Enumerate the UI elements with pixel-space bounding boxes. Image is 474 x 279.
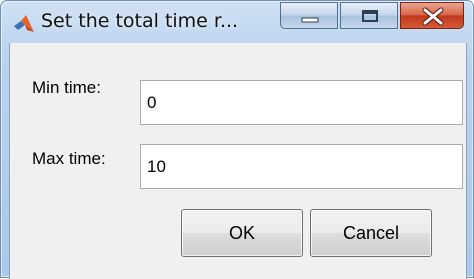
- maximize-button[interactable]: [340, 2, 398, 29]
- close-icon: [422, 7, 444, 26]
- matlab-icon: [13, 13, 35, 35]
- dialog-window: Set the total time r... Min time: Max ti…: [0, 0, 474, 279]
- title-bar[interactable]: Set the total time r...: [1, 1, 473, 43]
- dialog-content: Min time: Max time: OK Cancel: [9, 43, 467, 279]
- min-time-input[interactable]: [140, 80, 463, 125]
- cancel-button[interactable]: Cancel: [310, 209, 432, 257]
- close-button[interactable]: [400, 2, 464, 29]
- max-time-input[interactable]: [140, 144, 463, 189]
- minimize-button[interactable]: [280, 2, 338, 29]
- min-time-label: Min time:: [32, 78, 101, 97]
- window-title: Set the total time r...: [41, 10, 239, 32]
- minimize-icon: [301, 17, 319, 23]
- maximize-icon: [362, 10, 378, 22]
- ok-button[interactable]: OK: [181, 209, 303, 257]
- max-time-label: Max time:: [32, 149, 106, 168]
